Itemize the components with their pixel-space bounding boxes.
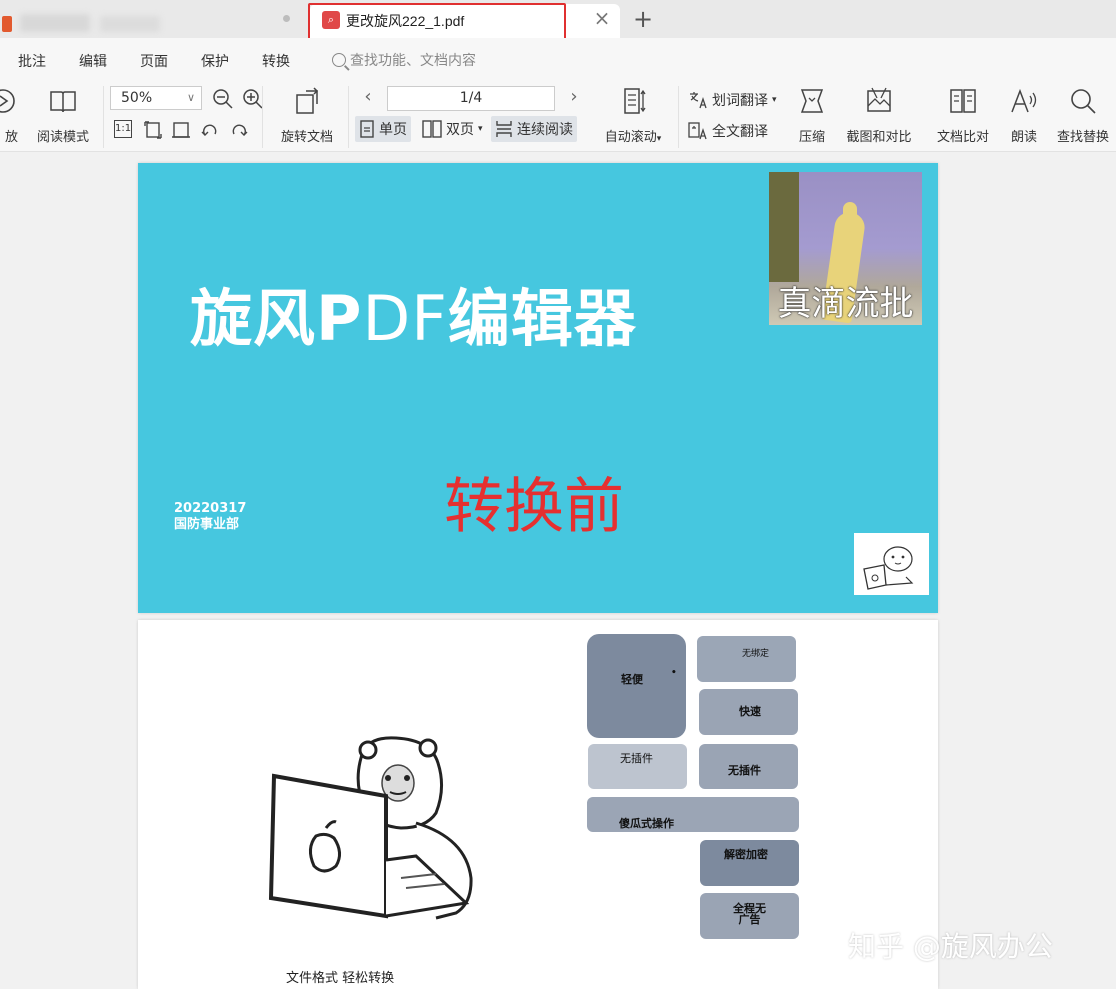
- rotate-document-button[interactable]: 旋转文档: [272, 86, 342, 145]
- book-icon: [50, 91, 76, 113]
- screenshot-icon: [867, 87, 891, 112]
- document-compare-button[interactable]: 文档比对: [930, 86, 996, 145]
- full-translate-label: 全文翻译: [712, 124, 768, 140]
- divider: [678, 86, 679, 148]
- tile-no-plugin: 无插件: [699, 744, 798, 789]
- find-replace-label: 查找替换: [1056, 130, 1109, 145]
- translate-icon: [690, 92, 707, 109]
- before-conversion-label: 转换前: [444, 472, 624, 542]
- page-number-input[interactable]: 1/4: [387, 86, 555, 111]
- search-placeholder: 查找功能、文档内容: [350, 53, 476, 69]
- bear-laptop-image: [854, 533, 929, 595]
- tile-decrypt: 解密加密: [700, 840, 799, 886]
- document-compare-icon: [950, 89, 976, 113]
- read-aloud-label: 朗读: [1010, 130, 1037, 145]
- tile-no-ads: 全程无 广告: [700, 893, 799, 939]
- single-page-icon: [360, 120, 374, 138]
- divider: [262, 86, 263, 148]
- word-translate-label: 划词翻译: [712, 93, 768, 109]
- play-label: 放: [4, 130, 18, 145]
- pdf-page-2: 文件格式 轻松转换 轻便 • 无绑定 快速 无插件 无插件 傻瓜式操作 解密加密…: [138, 620, 938, 989]
- auto-scroll-icon: [624, 88, 646, 114]
- menu-page[interactable]: 页面: [140, 51, 168, 71]
- document-compare-label: 文档比对: [936, 130, 989, 145]
- compress-label: 压缩: [798, 130, 825, 145]
- tab-bar: ⌕ 更改旋风222_1.pdf × +: [0, 0, 1116, 49]
- chevron-down-icon: ▾: [772, 95, 777, 105]
- actual-size-icon[interactable]: 1:1: [114, 120, 132, 138]
- rotate-left-icon[interactable]: [200, 120, 220, 140]
- play-icon: [0, 89, 15, 113]
- compress-button[interactable]: 压缩: [792, 86, 832, 145]
- app-logo-icon: [2, 16, 12, 32]
- auto-scroll-label: 自动滚动▾: [604, 130, 662, 145]
- tile-fast: 快速: [699, 689, 798, 735]
- menu-convert[interactable]: 转换: [262, 51, 290, 71]
- single-page-label: 单页: [379, 122, 407, 138]
- watermark: 知乎 @旋风办公: [848, 930, 1053, 963]
- thumbs-up-meme-image: 真滴流批: [769, 172, 922, 325]
- page2-caption: 文件格式 轻松转换: [286, 971, 395, 986]
- menu-bar: 批注 编辑 页面 保护 转换 查找功能、文档内容: [0, 38, 1116, 80]
- compress-icon: [800, 89, 824, 113]
- single-page-button[interactable]: 单页: [355, 116, 411, 142]
- full-translate-button[interactable]: 全文翻译: [688, 121, 768, 141]
- continuous-read-button[interactable]: 连续阅读: [491, 116, 577, 142]
- chevron-down-icon: ▾: [478, 124, 483, 134]
- chevron-down-icon: ∨: [186, 91, 195, 104]
- rotate-document-label: 旋转文档: [280, 130, 333, 145]
- divider: [103, 86, 104, 148]
- word-translate-button[interactable]: 划词翻译 ▾: [688, 90, 777, 110]
- blurred-text: [20, 14, 90, 32]
- auto-scroll-button[interactable]: 自动滚动▾: [596, 86, 670, 145]
- zoom-select[interactable]: 50% ∨: [110, 86, 202, 110]
- tile-light: 轻便 •: [587, 634, 686, 738]
- blurred-tab[interactable]: [0, 6, 300, 38]
- continuous-read-label: 连续阅读: [517, 122, 573, 138]
- screenshot-compare-button[interactable]: 截图和对比: [840, 86, 918, 145]
- blurred-text: [100, 16, 160, 32]
- fit-page-icon[interactable]: [143, 120, 163, 140]
- menu-protect[interactable]: 保护: [201, 51, 229, 71]
- document-viewport[interactable]: 旋风PDF编辑器 转换前 20220317 国防事业部 真滴流批 文件格式 轻松…: [0, 153, 1116, 989]
- double-page-button[interactable]: 双页 ▾: [418, 116, 487, 142]
- read-aloud-icon: [1011, 88, 1037, 113]
- slide-title: 旋风PDF编辑器: [190, 282, 637, 355]
- find-replace-button[interactable]: 查找替换: [1050, 86, 1116, 145]
- read-aloud-button[interactable]: 朗读: [1005, 86, 1043, 145]
- screenshot-compare-label: 截图和对比: [846, 130, 912, 145]
- double-page-icon: [422, 120, 442, 138]
- tile-no-plugin-light: 无插件: [588, 744, 687, 789]
- tile-foolproof: 傻瓜式操作: [587, 797, 799, 832]
- fit-width-icon[interactable]: [171, 120, 191, 140]
- search-icon: [1071, 89, 1096, 114]
- next-page-icon[interactable]: ›: [566, 86, 582, 107]
- double-page-label: 双页: [446, 122, 474, 138]
- search-icon: [332, 53, 346, 67]
- pdf-page-1: 旋风PDF编辑器 转换前 20220317 国防事业部 真滴流批: [138, 163, 938, 613]
- menu-annotate[interactable]: 批注: [18, 51, 46, 71]
- read-mode-label: 阅读模式: [36, 130, 89, 145]
- meme-caption: 真滴流批: [777, 284, 914, 324]
- bear-laptop-image: [268, 736, 473, 920]
- tile-unbound: 无绑定: [697, 636, 796, 682]
- zoom-out-icon[interactable]: [212, 88, 234, 110]
- function-search[interactable]: 查找功能、文档内容: [332, 50, 476, 70]
- rotate-document-icon: [296, 87, 319, 114]
- slide-date: 20220317 国防事业部: [174, 501, 247, 532]
- rotate-right-icon[interactable]: [229, 120, 249, 140]
- prev-page-icon[interactable]: ‹: [360, 86, 376, 107]
- read-mode-button[interactable]: 阅读模式: [30, 86, 96, 145]
- menu-edit[interactable]: 编辑: [79, 51, 107, 71]
- play-button[interactable]: 放: [0, 86, 20, 145]
- zoom-value: 50%: [121, 90, 153, 106]
- new-tab-button[interactable]: +: [632, 6, 654, 32]
- full-translate-icon: [688, 122, 707, 140]
- zoom-in-icon[interactable]: [242, 88, 264, 110]
- close-tab-icon[interactable]: ×: [592, 8, 612, 28]
- tab-modified-dot-icon: [283, 15, 290, 22]
- continuous-read-icon: [496, 121, 512, 137]
- toolbar: 放 阅读模式 50% ∨ 1:1 旋转文档 ‹ 1/4 › 单页 双页 ▾ 连续…: [0, 80, 1116, 152]
- divider: [348, 86, 349, 148]
